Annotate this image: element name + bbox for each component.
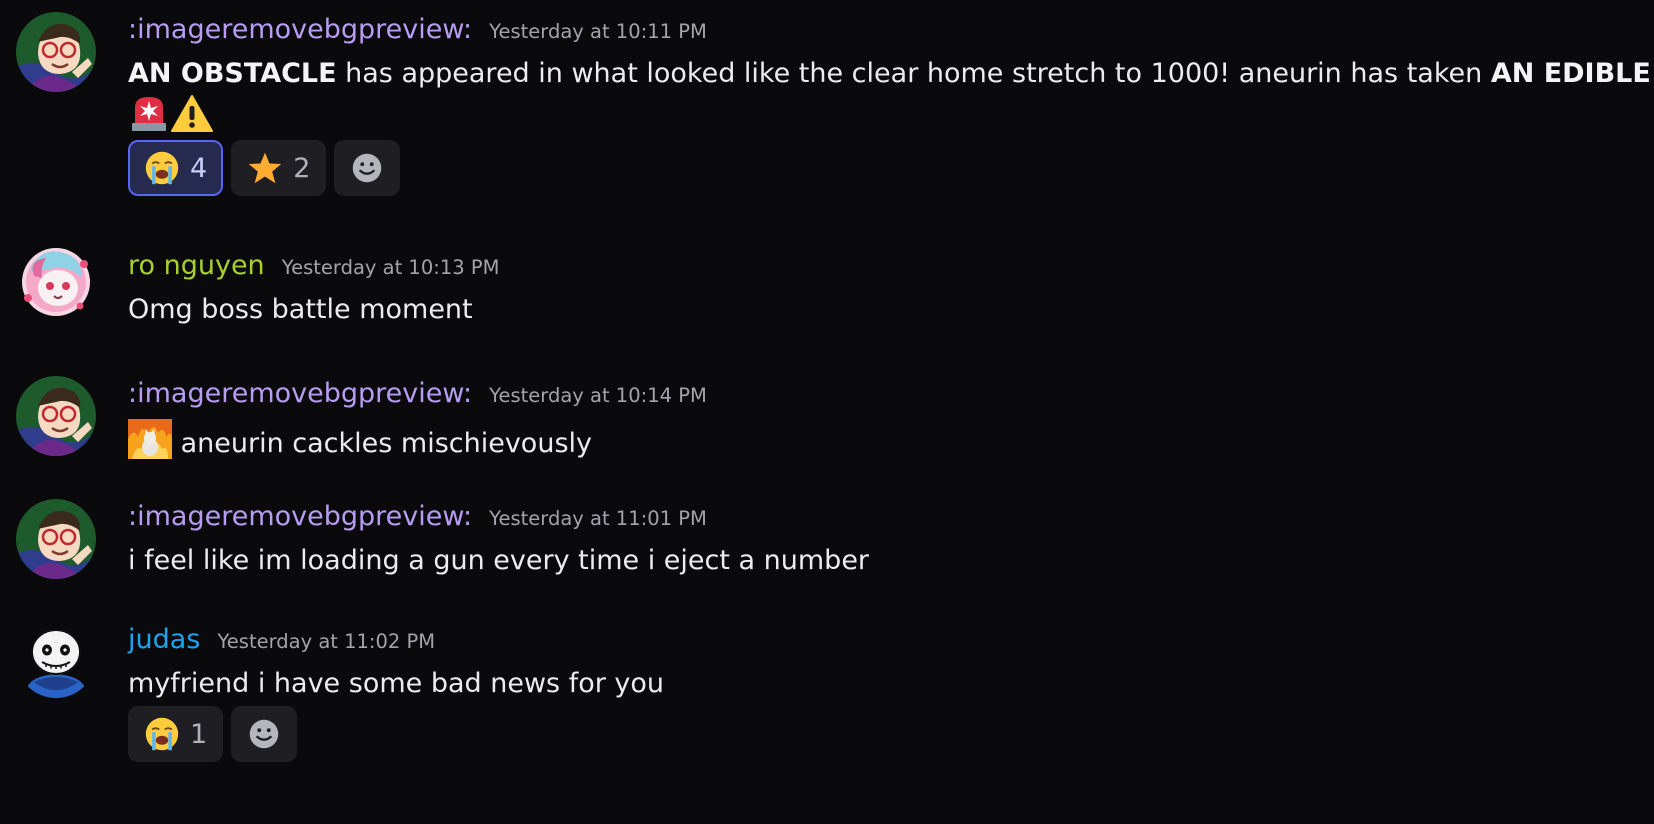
reaction-count: 4 xyxy=(190,152,208,184)
reaction-count: 2 xyxy=(293,152,311,184)
bold-text: AN EDIBLE xyxy=(1490,58,1651,89)
add-reaction-icon xyxy=(245,715,283,753)
add-reaction-button[interactable] xyxy=(334,140,401,196)
chat-log: :imageremovebgpreview: Yesterday at 10:1… xyxy=(0,0,1654,824)
message-3: :imageremovebgpreview: Yesterday at 10:1… xyxy=(0,364,1654,474)
timestamp[interactable]: Yesterday at 10:11 PM xyxy=(489,20,707,43)
star-icon xyxy=(247,150,283,186)
timestamp[interactable]: Yesterday at 10:13 PM xyxy=(282,256,500,279)
message-text: myfriend i have some bad news for you xyxy=(128,668,665,699)
reaction-loudly-crying[interactable]: 1 xyxy=(128,706,224,762)
warning-icon xyxy=(170,93,214,144)
reactions-bar: 1 xyxy=(128,706,298,762)
fire-cat-icon xyxy=(128,419,172,470)
message-text: Omg boss battle moment xyxy=(128,294,473,325)
add-reaction-button[interactable] xyxy=(231,706,298,762)
message-1: :imageremovebgpreview: Yesterday at 10:1… xyxy=(0,0,1654,216)
reactions-bar: 4 2 xyxy=(128,140,401,196)
loudly-crying-face-icon xyxy=(144,150,180,186)
author-name[interactable]: :imageremovebgpreview: xyxy=(128,378,472,409)
rotating-light-icon xyxy=(128,93,170,144)
bold-text: AN OBSTACLE xyxy=(128,58,337,89)
author-name[interactable]: :imageremovebgpreview: xyxy=(128,14,472,45)
author-name[interactable]: :imageremovebgpreview: xyxy=(128,501,472,532)
message-2: ro nguyen Yesterday at 10:13 PM Omg boss… xyxy=(0,236,1654,346)
message-text: AN OBSTACLE has appeared in what looked … xyxy=(128,55,1651,144)
timestamp[interactable]: Yesterday at 11:01 PM xyxy=(489,507,707,530)
avatar[interactable] xyxy=(16,12,96,92)
avatar[interactable] xyxy=(16,376,96,456)
message-text: aneurin cackles mischievously xyxy=(128,419,1646,470)
avatar[interactable] xyxy=(16,499,96,579)
message-text-part: aneurin cackles mischievously xyxy=(172,428,592,459)
message-text-part: has appeared in what looked like the cle… xyxy=(336,58,1491,89)
reaction-star[interactable]: 2 xyxy=(231,140,327,196)
timestamp[interactable]: Yesterday at 11:02 PM xyxy=(217,630,435,653)
author-name[interactable]: judas xyxy=(128,624,200,655)
avatar[interactable] xyxy=(16,618,96,698)
loudly-crying-face-icon xyxy=(144,716,180,752)
message-5: judas Yesterday at 11:02 PM myfriend i h… xyxy=(0,610,1654,824)
add-reaction-icon xyxy=(348,149,386,187)
avatar[interactable] xyxy=(16,242,96,322)
reaction-count: 1 xyxy=(190,718,208,750)
timestamp[interactable]: Yesterday at 10:14 PM xyxy=(489,384,707,407)
message-text: i feel like im loading a gun every time … xyxy=(128,545,870,576)
reaction-loudly-crying[interactable]: 4 xyxy=(128,140,224,196)
message-4: :imageremovebgpreview: Yesterday at 11:0… xyxy=(0,487,1654,597)
author-name[interactable]: ro nguyen xyxy=(128,250,265,281)
